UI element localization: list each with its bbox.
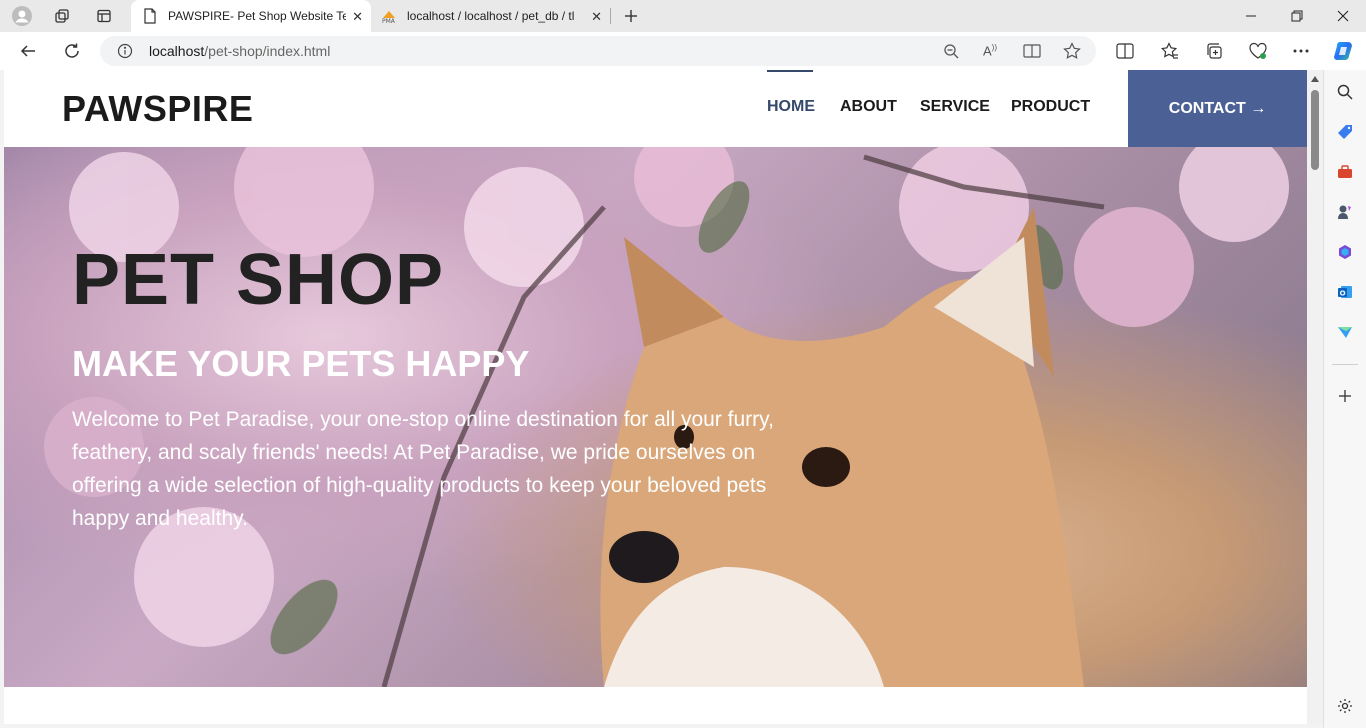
contact-button[interactable]: CONTACT → (1128, 70, 1307, 147)
browser-essentials-icon[interactable] (1244, 38, 1272, 64)
site-header: PAWSPIRE HOME ABOUT SERVICE PRODUCT CONT… (4, 70, 1307, 147)
nav-active-indicator (767, 70, 813, 72)
site-brand[interactable]: PAWSPIRE (62, 88, 253, 130)
scroll-up-arrow-icon[interactable] (1311, 76, 1319, 82)
page-viewport: PAWSPIRE HOME ABOUT SERVICE PRODUCT CONT… (4, 70, 1307, 724)
nav-home[interactable]: HOME (767, 98, 815, 116)
svg-text:O: O (1340, 290, 1346, 298)
hero-subtitle: MAKE YOUR PETS HAPPY (72, 343, 530, 384)
next-section (4, 687, 1307, 724)
more-options-icon[interactable] (1287, 38, 1315, 64)
edge-sidebar: O (1323, 70, 1366, 728)
send-drop-icon[interactable] (1335, 322, 1355, 342)
tab-bar: PAWSPIRE- Pet Shop Website Ter ✕ PMA loc… (0, 0, 1366, 32)
browser-toolbar: localhost/pet-shop/index.html A)) (0, 32, 1366, 70)
tab-title: PAWSPIRE- Pet Shop Website Ter (168, 9, 346, 23)
hero-banner: PET SHOP MAKE YOUR PETS HAPPY Welcome to… (4, 147, 1307, 687)
site-info-icon[interactable] (117, 43, 133, 64)
favorite-star-icon[interactable] (1063, 42, 1081, 65)
zoom-out-icon[interactable] (943, 43, 959, 64)
minimize-icon[interactable] (1228, 0, 1274, 32)
close-tab-icon[interactable]: ✕ (352, 9, 363, 25)
page-scrollbar[interactable] (1307, 70, 1323, 724)
tab-pawspire[interactable]: PAWSPIRE- Pet Shop Website Ter ✕ (131, 0, 371, 32)
tab-actions-icon[interactable] (90, 4, 118, 28)
split-screen-icon[interactable] (1111, 38, 1139, 64)
microsoft-365-icon[interactable] (1335, 242, 1355, 262)
add-icon[interactable] (1335, 386, 1355, 406)
url-text[interactable]: localhost/pet-shop/index.html (149, 43, 330, 59)
back-icon[interactable] (14, 38, 42, 64)
new-tab-icon[interactable] (617, 4, 645, 28)
refresh-icon[interactable] (58, 38, 86, 64)
url-path: /pet-shop/index.html (204, 43, 331, 59)
search-icon[interactable] (1335, 82, 1355, 102)
nav-service[interactable]: SERVICE (920, 98, 990, 116)
hero-description: Welcome to Pet Paradise, your one-stop o… (72, 408, 774, 530)
restore-icon[interactable] (1274, 0, 1320, 32)
immersive-reader-icon[interactable] (1023, 43, 1041, 64)
address-bar[interactable]: localhost/pet-shop/index.html A)) (100, 36, 1096, 66)
hero-title: PET SHOP (72, 240, 445, 320)
tab-phpmyadmin[interactable]: PMA localhost / localhost / pet_db / tl … (372, 0, 610, 32)
phpmyadmin-icon: PMA (381, 8, 397, 27)
close-window-icon[interactable] (1320, 0, 1366, 32)
collections-icon[interactable] (1200, 38, 1228, 64)
favorites-icon[interactable] (1156, 38, 1184, 64)
url-host: localhost (149, 43, 205, 59)
svg-text:PMA: PMA (382, 18, 396, 24)
games-icon[interactable] (1335, 202, 1355, 222)
nav-product[interactable]: PRODUCT (1011, 98, 1090, 116)
copilot-icon[interactable] (1330, 38, 1358, 64)
tab-title: localhost / localhost / pet_db / tl (407, 9, 575, 23)
tools-briefcase-icon[interactable] (1335, 162, 1355, 182)
shopping-tag-icon[interactable] (1335, 122, 1355, 142)
profile-icon[interactable] (8, 4, 36, 28)
tab-divider (610, 8, 611, 24)
settings-gear-icon[interactable] (1335, 696, 1355, 716)
nav-about[interactable]: ABOUT (840, 98, 897, 116)
read-aloud-icon[interactable]: A)) (983, 43, 997, 58)
outlook-icon[interactable]: O (1335, 282, 1355, 302)
page-icon (143, 8, 157, 27)
workspaces-icon[interactable] (48, 4, 76, 28)
close-tab-icon[interactable]: ✕ (591, 9, 602, 25)
sidebar-divider (1332, 364, 1358, 365)
scroll-thumb[interactable] (1311, 90, 1319, 170)
